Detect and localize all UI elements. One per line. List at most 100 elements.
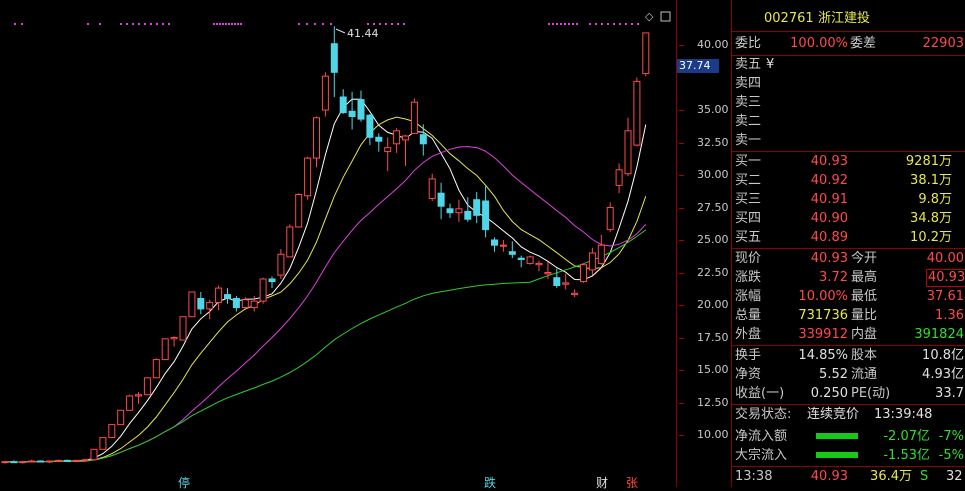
bottom-marker-die: 跌 <box>484 476 497 490</box>
flow-pct: -5% <box>938 448 964 463</box>
stat-label: 最低 <box>851 289 878 304</box>
candle <box>482 185 490 238</box>
stat-label: 外盘 <box>735 327 762 342</box>
stat-label: 收益(一) <box>735 386 785 401</box>
marker-dot <box>222 23 224 25</box>
marker-dot <box>619 23 621 25</box>
tick-time: 13:38 <box>735 469 773 484</box>
weicha-label: 委差 <box>850 36 877 51</box>
marker-dot <box>589 23 591 25</box>
kline-svg[interactable]: 41.44 ◇ <box>0 0 676 487</box>
candle-body <box>393 130 401 145</box>
candle-body <box>46 460 53 463</box>
ask-row: 卖四 <box>732 74 965 93</box>
bid-row[interactable]: 买四 40.90 34.8万 <box>732 209 965 228</box>
tick-side: S <box>920 469 929 484</box>
top-marker-dots <box>14 23 639 25</box>
marker-dot <box>373 23 375 25</box>
candle-body <box>633 80 641 146</box>
candle <box>588 247 596 276</box>
candle-body <box>464 210 472 220</box>
stat-row: 外盘 339912 内盘 391824 <box>732 325 965 344</box>
stat-label: 涨幅 <box>735 289 762 304</box>
candle <box>526 255 534 265</box>
ask-row: 卖一 <box>732 131 965 150</box>
candle <box>277 249 285 279</box>
ask-label: 卖四 <box>735 76 762 91</box>
marker-dot <box>552 23 554 25</box>
candle-body <box>268 278 276 283</box>
bid-row[interactable]: 买一 40.93 9281万 <box>732 152 965 171</box>
candle-body <box>126 395 134 411</box>
marker-dot <box>564 23 566 25</box>
stat-label: PE(动) <box>851 386 891 401</box>
ask-label: 卖二 <box>735 114 762 129</box>
marker-dot <box>168 23 170 25</box>
candle <box>46 460 53 463</box>
marker-dot <box>132 23 134 25</box>
candle-body <box>428 178 436 199</box>
candle-body <box>135 394 142 397</box>
candle <box>597 234 605 265</box>
ask-row: 卖五 ¥ <box>732 55 965 74</box>
candle <box>562 273 570 290</box>
axis-tick: 20.00 <box>679 298 729 311</box>
tick-price: 40.93 <box>810 469 848 484</box>
marker-dot <box>87 23 89 25</box>
candle-body <box>357 99 365 120</box>
bid-row[interactable]: 买三 40.91 9.8万 <box>732 190 965 209</box>
marker-dot <box>306 23 308 25</box>
candle-body <box>143 377 151 396</box>
marker-dot <box>138 23 140 25</box>
diamond-icon: ◇ <box>645 10 654 23</box>
flow-pct: -7% <box>938 429 964 444</box>
marker-dot <box>150 23 152 25</box>
ask-label: 卖三 <box>735 95 762 110</box>
marker-dot <box>237 23 239 25</box>
bid-label: 买二 <box>735 173 762 188</box>
candle <box>215 285 223 311</box>
flow-amount: -1.53亿 <box>883 448 930 463</box>
candle <box>295 193 303 228</box>
weibi-value: 100.00% <box>790 36 848 51</box>
candle <box>571 289 579 298</box>
marker-dot <box>225 23 227 25</box>
marker-dot <box>314 23 316 25</box>
candle <box>624 117 632 177</box>
candle-body <box>63 459 71 462</box>
candle-body <box>330 43 338 73</box>
bid-row[interactable]: 买五 40.89 10.2万 <box>732 228 965 247</box>
candle <box>357 90 365 122</box>
stat-value: 731736 <box>798 308 848 323</box>
candle-body <box>535 262 543 266</box>
stat-label: 内盘 <box>851 327 878 342</box>
kline-chart[interactable]: 41.44 ◇ 停 跌 财 张 <box>0 0 676 490</box>
candle-body <box>562 282 570 285</box>
ask-label: 卖五 <box>735 57 762 72</box>
candle <box>37 460 45 463</box>
flow-bar <box>816 452 858 458</box>
marker-dot <box>601 23 603 25</box>
candle-body <box>72 459 80 462</box>
stat-label: 换手 <box>735 348 762 363</box>
candle-body <box>313 117 320 159</box>
candle <box>615 163 623 194</box>
bid-price: 40.91 <box>810 192 848 207</box>
marker-dot <box>379 23 381 25</box>
stock-title[interactable]: 002761 浙江建投 <box>732 9 965 28</box>
candle-body <box>108 424 116 439</box>
candle-body <box>491 239 498 246</box>
marker-dot <box>234 23 236 25</box>
candle-body <box>499 244 507 247</box>
axis-tick: 22.50 <box>679 266 729 279</box>
bid-row[interactable]: 买二 40.92 38.1万 <box>732 171 965 190</box>
candle-body <box>375 136 383 142</box>
candle-body <box>1 461 9 464</box>
marker-dot <box>298 23 300 25</box>
candle <box>19 461 27 464</box>
candle <box>633 77 641 147</box>
stat-label: 总量 <box>735 308 762 323</box>
candle-body <box>624 130 632 175</box>
stat-value: 40.93 <box>810 251 848 266</box>
marker-dot <box>144 23 146 25</box>
